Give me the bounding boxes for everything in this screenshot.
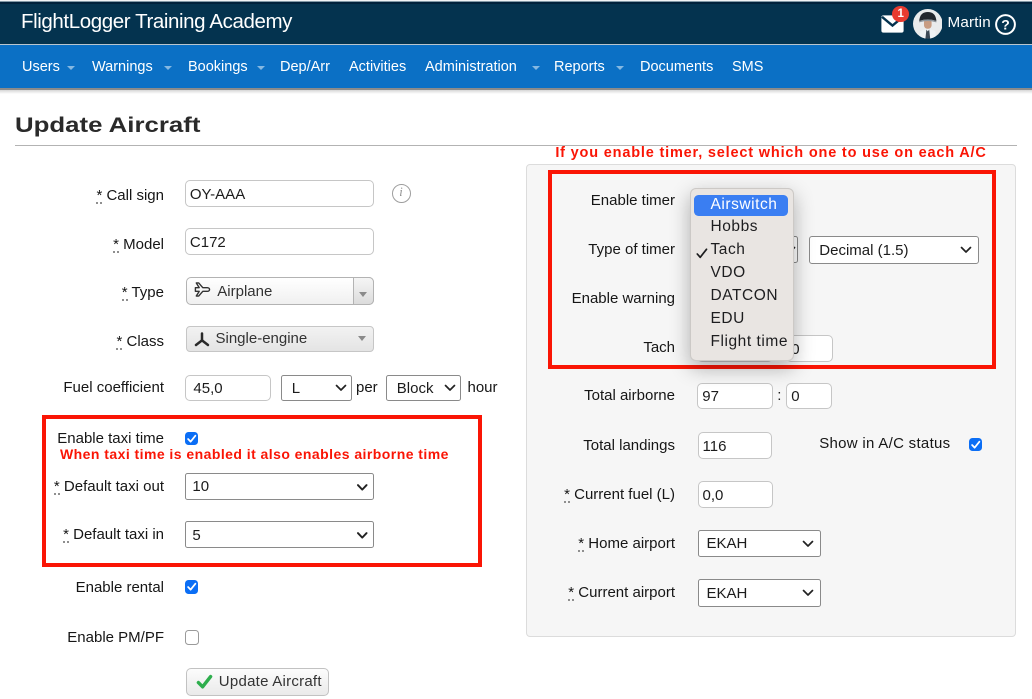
svg-text:?: ? [1001, 16, 1010, 32]
